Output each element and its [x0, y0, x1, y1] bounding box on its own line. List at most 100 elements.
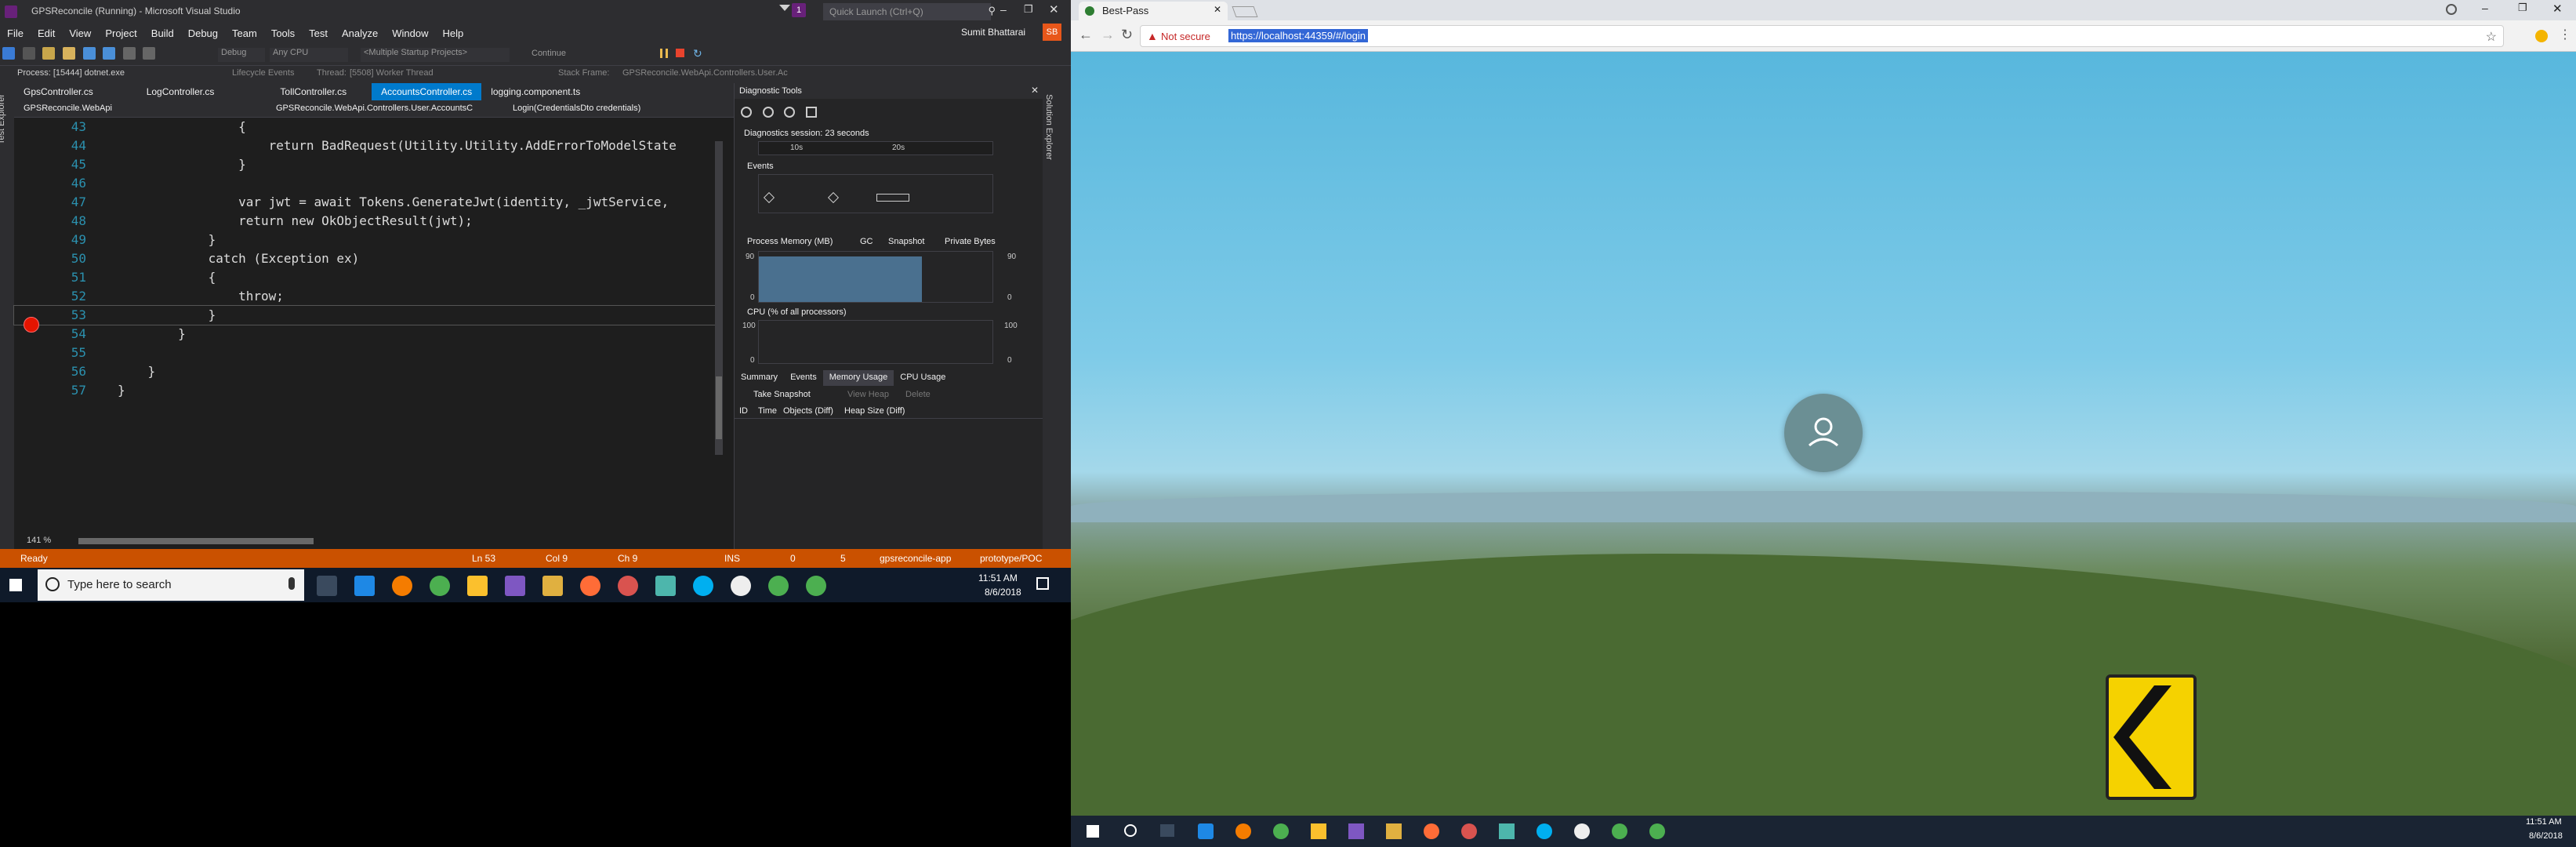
firefox-icon[interactable] [392, 576, 412, 596]
breakpoint-icon[interactable] [24, 317, 39, 333]
restore-button[interactable]: ❐ [1024, 3, 1033, 16]
windows-start-icon[interactable] [9, 579, 22, 591]
menu-window[interactable]: Window [385, 27, 435, 39]
vertical-scrollbar[interactable] [715, 141, 723, 455]
menu-team[interactable]: Team [225, 27, 264, 39]
col-id[interactable]: ID [739, 406, 748, 416]
solution-explorer-tab[interactable]: Solution Explorer [1044, 94, 1054, 160]
delete-button[interactable]: Delete [905, 390, 931, 399]
menu-tools[interactable]: Tools [264, 27, 302, 39]
status-branch[interactable]: prototype/POC [980, 553, 1042, 564]
zoom-out-icon[interactable] [784, 107, 796, 118]
project-dropdown[interactable]: GPSReconcile.WebApi [24, 104, 235, 113]
tab-gpscontroller[interactable]: GpsController.cs [14, 83, 103, 100]
member-dropdown[interactable]: Login(CredentialsDto credentials) [513, 104, 717, 113]
menu-test[interactable]: Test [302, 27, 335, 39]
stop-icon[interactable] [676, 49, 684, 57]
windows-start-icon[interactable] [1087, 825, 1099, 838]
user-avatar[interactable]: SB [1043, 24, 1061, 41]
col-heap-size[interactable]: Heap Size (Diff) [844, 406, 905, 416]
edge-icon[interactable] [1198, 823, 1214, 839]
startup-dropdown[interactable]: <Multiple Startup Projects> [361, 48, 510, 62]
url-text[interactable]: https://localhost:44359/#/login [1228, 29, 1369, 42]
horizontal-scrollbar[interactable] [78, 538, 314, 544]
profile-icon[interactable] [2446, 4, 2457, 15]
snipping-tool-icon[interactable] [655, 576, 676, 596]
lifecycle-events-button[interactable]: Lifecycle Events [232, 68, 294, 78]
snipping-tool-icon[interactable] [1499, 823, 1515, 839]
skype-icon[interactable] [693, 576, 713, 596]
code-text[interactable]: 43 { 44 return BadRequest(Utility.Utilit… [13, 118, 720, 533]
tab-logging-component[interactable]: logging.component.ts [481, 83, 590, 100]
tab-logcontroller[interactable]: LogController.cs [137, 83, 224, 100]
forward-icon[interactable]: → [1101, 27, 1115, 43]
minimize-button[interactable]: ‒ [2482, 2, 2488, 14]
process-dropdown[interactable]: Process: [15444] dotnet.exe [17, 68, 205, 78]
menu-help[interactable]: Help [436, 27, 471, 39]
settings-icon[interactable] [741, 107, 752, 118]
close-icon[interactable]: ✕ [1031, 85, 1039, 96]
tab-close-icon[interactable]: ✕ [1214, 4, 1221, 15]
github-icon[interactable] [1574, 823, 1590, 839]
menu-icon[interactable]: ⋮ [2559, 27, 2571, 42]
extension-icon[interactable] [2535, 30, 2548, 42]
user-name[interactable]: Sumit Bhattarai [961, 27, 1025, 38]
config-dropdown[interactable]: Debug [218, 48, 265, 62]
new-tab-button[interactable] [1232, 6, 1258, 17]
restart-icon[interactable]: ↻ [693, 47, 702, 60]
github-icon[interactable] [731, 576, 751, 596]
firefox-icon[interactable] [1235, 823, 1251, 839]
cortana-icon[interactable] [1124, 824, 1137, 837]
menu-build[interactable]: Build [144, 27, 181, 39]
take-snapshot-button[interactable]: Take Snapshot [753, 390, 811, 399]
filter-icon[interactable] [779, 5, 790, 16]
status-changes-count[interactable]: 5 [840, 553, 846, 564]
not-secure-label[interactable]: Not secure [1161, 31, 1210, 42]
chrome-active-icon[interactable] [768, 576, 789, 596]
sql-management-icon[interactable] [542, 576, 563, 596]
tab-accountscontroller[interactable]: AccountsController.cs [372, 83, 482, 100]
postman-icon[interactable] [1424, 823, 1439, 839]
taskbar-time[interactable]: 11:51 AM [978, 573, 1018, 583]
tab-summary[interactable]: Summary [735, 370, 784, 386]
quick-launch-box[interactable]: Quick Launch (Ctrl+Q) ⚲ [823, 3, 996, 20]
browser-tab[interactable]: Best-Pass ✕ [1079, 2, 1228, 20]
file-explorer-icon[interactable] [467, 576, 488, 596]
forward-icon[interactable] [22, 47, 35, 60]
sql-management-icon[interactable] [1386, 823, 1402, 839]
save-icon[interactable] [82, 47, 96, 60]
visual-studio-icon[interactable] [505, 576, 525, 596]
undo-icon[interactable] [122, 47, 136, 60]
menu-analyze[interactable]: Analyze [335, 27, 385, 39]
restore-button[interactable]: ❐ [2518, 2, 2527, 14]
edge-icon[interactable] [354, 576, 375, 596]
taskbar-time[interactable]: 11:51 AM [2526, 817, 2562, 827]
taskbar-search[interactable]: Type here to search [38, 569, 304, 601]
reload-icon[interactable]: ↻ [1121, 27, 1133, 43]
tab-cpu-usage[interactable]: CPU Usage [894, 370, 952, 386]
status-repo[interactable]: gpsreconcile-app [880, 553, 951, 564]
network-tool-icon[interactable] [1461, 823, 1477, 839]
network-tool-icon[interactable] [618, 576, 638, 596]
col-time[interactable]: Time [758, 406, 777, 416]
chrome-icon[interactable] [806, 576, 826, 596]
taskbar-date[interactable]: 8/6/2018 [985, 587, 1021, 598]
avatar[interactable] [1784, 394, 1863, 472]
stack-frame-dropdown[interactable]: GPSReconcile.WebApi.Controllers.User.Ac [622, 68, 811, 78]
menu-view[interactable]: View [62, 27, 98, 39]
new-project-icon[interactable] [42, 47, 56, 60]
action-center-icon[interactable] [1036, 577, 1049, 590]
chrome-icon[interactable] [1273, 823, 1289, 839]
taskbar-date[interactable]: 8/6/2018 [2529, 831, 2563, 841]
menu-file[interactable]: File [0, 27, 31, 39]
notification-badge[interactable]: 1 [792, 3, 806, 17]
zoom-level[interactable]: 141 % [27, 536, 51, 545]
task-view-icon[interactable] [1160, 824, 1174, 837]
minimize-button[interactable]: ‒ [1000, 3, 1007, 16]
class-dropdown[interactable]: GPSReconcile.WebApi.Controllers.User.Acc… [276, 104, 495, 113]
tab-memory-usage[interactable]: Memory Usage [822, 370, 894, 386]
file-explorer-icon[interactable] [1311, 823, 1326, 839]
zoom-in-icon[interactable] [762, 107, 774, 118]
save-all-icon[interactable] [103, 47, 116, 60]
visual-studio-icon[interactable] [1348, 823, 1364, 839]
